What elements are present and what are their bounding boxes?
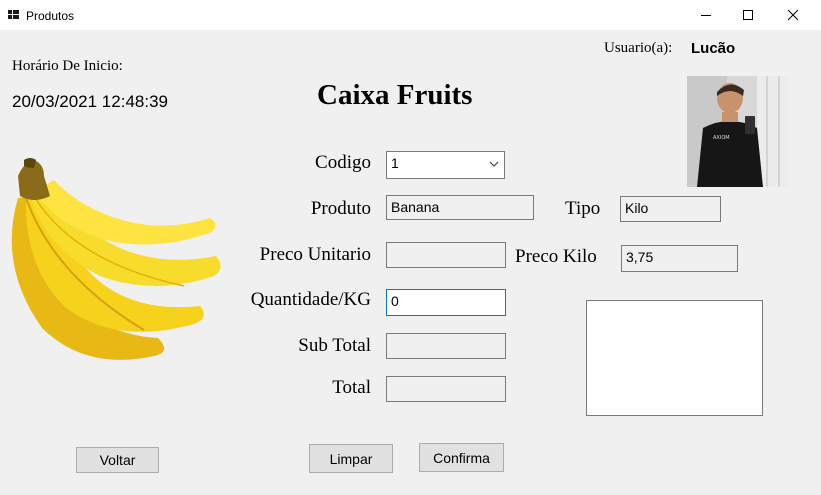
total-field[interactable]	[386, 376, 506, 402]
preco-kilo-field[interactable]: 3,75	[621, 245, 738, 272]
chevron-down-icon	[489, 161, 499, 167]
user-name: Lucão	[691, 40, 736, 57]
user-label: Usuario(a):	[604, 40, 673, 56]
page-title: Caixa Fruits	[317, 79, 473, 111]
close-icon	[787, 9, 799, 21]
codigo-label: Codigo	[315, 152, 371, 173]
user-photo: AXIOM	[687, 76, 788, 187]
quantidade-label: Quantidade/KG	[250, 289, 371, 310]
confirma-button[interactable]: Confirma	[419, 443, 504, 472]
svg-text:AXIOM: AXIOM	[713, 135, 730, 141]
maximize-button[interactable]	[725, 0, 771, 30]
grid-icon	[8, 10, 19, 19]
quantidade-field[interactable]: 0	[386, 289, 506, 316]
maximize-icon	[743, 10, 753, 20]
window-title: Produtos	[26, 9, 75, 23]
codigo-select[interactable]: 1	[386, 151, 505, 179]
preco-unitario-label: Preco Unitario	[259, 244, 371, 265]
start-time-label: Horário De Inicio:	[12, 58, 123, 74]
produto-field[interactable]: Banana	[386, 195, 534, 220]
preco-unitario-field[interactable]	[386, 242, 506, 268]
minimize-button[interactable]	[683, 0, 729, 30]
codigo-select-value: 1	[391, 155, 399, 171]
produtos-window: Produtos Usuario(a): Lucão Horário De In…	[0, 0, 821, 495]
minimize-icon	[701, 15, 711, 16]
start-time-value: 20/03/2021 12:48:39	[12, 92, 168, 111]
banana-image	[11, 158, 221, 360]
close-button[interactable]	[770, 0, 816, 30]
sub-total-field[interactable]	[386, 333, 506, 359]
title-bar: Produtos	[0, 0, 821, 30]
tipo-label: Tipo	[565, 198, 601, 219]
voltar-button[interactable]: Voltar	[76, 447, 159, 473]
preco-kilo-label: Preco Kilo	[515, 246, 597, 267]
tipo-field[interactable]: Kilo	[620, 196, 721, 222]
product-picture-box	[586, 300, 763, 416]
produto-label: Produto	[310, 198, 371, 219]
total-label: Total	[332, 377, 371, 398]
sub-total-label: Sub Total	[298, 335, 371, 356]
limpar-button[interactable]: Limpar	[309, 444, 393, 473]
